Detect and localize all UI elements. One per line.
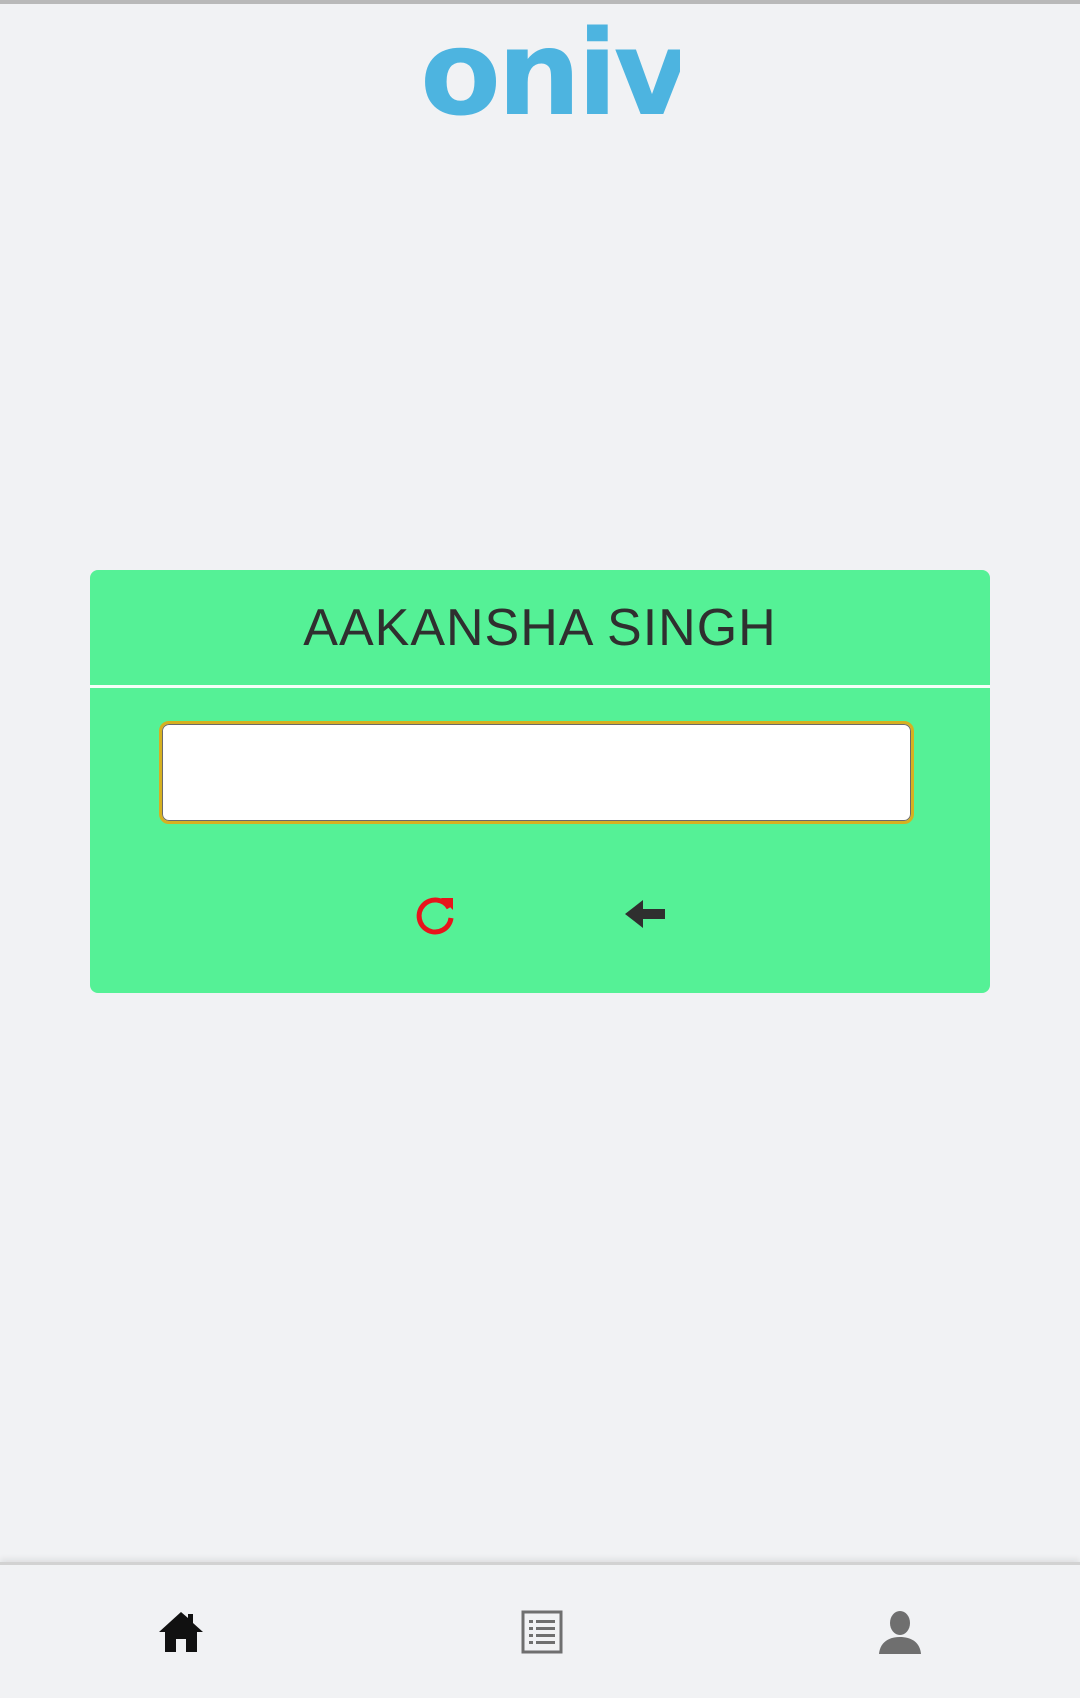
pin-entry-card: AAKANSHA SINGH xyxy=(90,570,990,993)
pin-input[interactable] xyxy=(159,721,914,824)
card-divider xyxy=(90,685,990,688)
nav-home[interactable] xyxy=(121,1565,241,1698)
user-name-title: AAKANSHA SINGH xyxy=(303,598,777,657)
bottom-navigation xyxy=(0,1562,1080,1698)
home-icon xyxy=(159,1611,203,1652)
refresh-button[interactable] xyxy=(407,886,463,942)
arrow-left-icon xyxy=(625,900,665,928)
list-icon xyxy=(521,1610,563,1653)
nav-profile[interactable] xyxy=(840,1565,960,1698)
refresh-icon xyxy=(416,897,454,935)
logo-text: oniv xyxy=(420,14,680,124)
status-bar-divider xyxy=(0,0,1080,4)
user-icon xyxy=(879,1610,921,1654)
oniv-logo: oniv xyxy=(420,14,680,124)
backspace-button[interactable] xyxy=(617,886,673,942)
nav-list[interactable] xyxy=(482,1565,602,1698)
